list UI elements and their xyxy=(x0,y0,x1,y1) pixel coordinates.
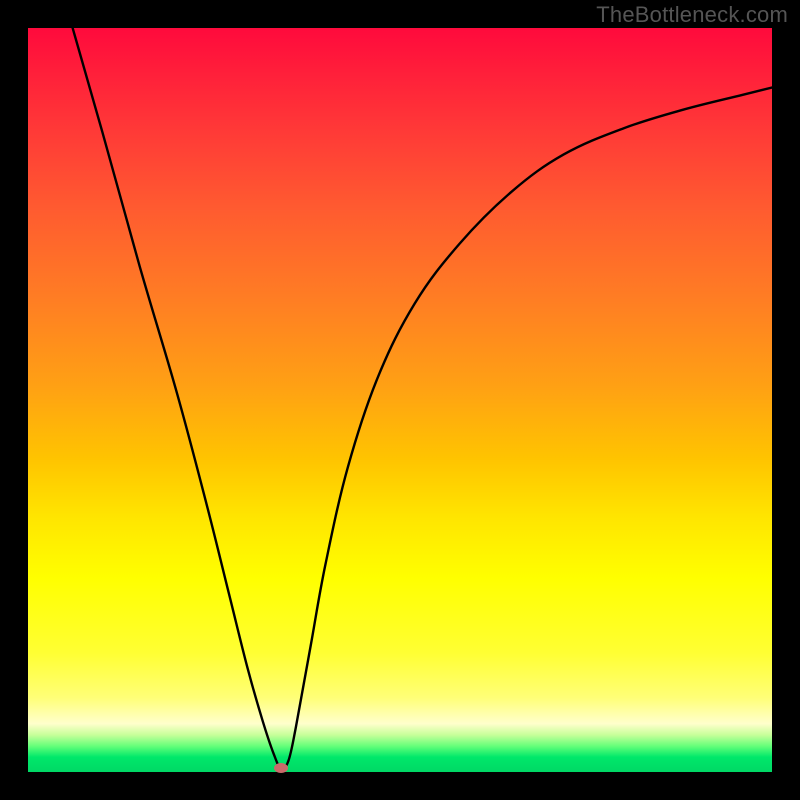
watermark-text: TheBottleneck.com xyxy=(596,2,788,28)
minimum-marker xyxy=(274,763,288,773)
chart-container: TheBottleneck.com xyxy=(0,0,800,800)
plot-frame xyxy=(28,28,772,772)
bottleneck-curve xyxy=(28,28,772,772)
